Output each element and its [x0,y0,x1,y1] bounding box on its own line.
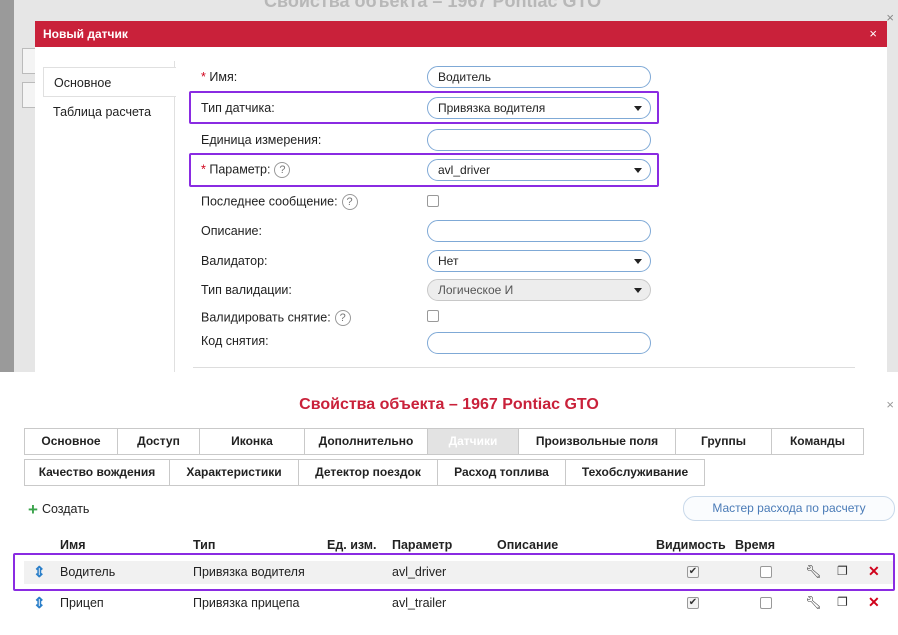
unit-label: Единица измерения: [201,133,322,147]
side-item-calc-table[interactable]: Таблица расчета [43,97,176,127]
tab-icon[interactable]: Иконка [199,428,305,455]
column-header-description[interactable]: Описание [497,538,558,552]
tab-driving-quality[interactable]: Качество вождения [24,459,170,486]
row-name: Прицеп [60,596,104,610]
close-icon[interactable]: × [886,397,894,412]
highlight-parameter [189,153,659,187]
page-title: Свойства объекта – 1967 Pontiac GTO [299,396,599,413]
plus-icon: + [28,500,38,519]
description-input[interactable] [427,220,651,242]
last-message-label: Последнее сообщение:? [201,194,358,210]
caret-down-icon [634,259,642,264]
validator-label: Валидатор: [201,254,268,268]
background-close-icon[interactable]: × [886,10,894,25]
name-label-text: Имя: [209,70,238,84]
unbind-code-input[interactable] [427,332,651,354]
validation-type-select[interactable]: Логическое И [427,279,651,301]
tab-sensors[interactable]: Датчики [427,428,519,455]
caret-down-icon [634,288,642,293]
dialog-header: Новый датчик × [35,21,887,47]
column-header-visibility[interactable]: Видимость [656,538,726,552]
fuel-wizard-button[interactable]: Мастер расхода по расчету [683,496,895,521]
validate-unbind-label: Валидировать снятие:? [201,310,351,326]
description-label: Описание: [201,224,262,238]
highlight-sensor-type [189,91,659,124]
create-button-label: Создать [41,502,90,516]
row-type: Привязка прицепа [193,596,300,610]
validation-type-value: Логическое И [438,283,514,297]
validator-value: Нет [438,254,459,268]
visibility-checkbox[interactable]: ✔ [687,597,699,609]
help-circle-icon[interactable]: ? [334,310,351,326]
time-checkbox[interactable] [760,597,772,609]
help-circle-icon[interactable]: ? [341,194,358,210]
new-sensor-screen: Свойства объекта – 1967 Pontiac GTO × Но… [0,0,898,372]
table-row[interactable]: ⇕ Прицеп Привязка прицепа avl_trailer ✔ … [24,592,894,615]
tab-characteristics[interactable]: Характеристики [169,459,299,486]
divider [193,367,855,368]
new-sensor-dialog: Новый датчик × Основное Таблица расчета … [35,21,887,372]
tab-trip-detector[interactable]: Детектор поездок [298,459,438,486]
wrench-icon[interactable]: 🔧︎ [805,595,822,611]
unbind-code-label: Код снятия: [201,334,269,348]
background-window-title: Свойства объекта – 1967 Pontiac GTO [264,0,602,11]
tab-fuel-consumption[interactable]: Расход топлива [437,459,566,486]
tab-custom-fields[interactable]: Произвольные поля [518,428,676,455]
tab-advanced[interactable]: Дополнительно [304,428,428,455]
name-label: * Имя: [201,70,237,84]
last-message-checkbox[interactable] [427,195,439,207]
validate-unbind-label-text: Валидировать снятие: [201,310,331,325]
name-input[interactable]: Водитель [427,66,651,88]
copy-icon[interactable]: ❐ [837,595,848,609]
tab-basic[interactable]: Основное [24,428,118,455]
tab-groups[interactable]: Группы [675,428,772,455]
last-message-label-text: Последнее сообщение: [201,194,338,209]
tab-commands[interactable]: Команды [771,428,864,455]
tab-maintenance[interactable]: Техобслуживание [565,459,705,486]
unit-input[interactable] [427,129,651,151]
close-icon[interactable]: × [869,26,877,41]
validate-unbind-checkbox[interactable] [427,310,439,322]
column-header-unit[interactable]: Ед. изм. [327,538,377,552]
required-mark: * [201,70,206,84]
side-item-basic[interactable]: Основное [43,67,176,97]
column-header-name[interactable]: Имя [60,538,86,552]
tab-access[interactable]: Доступ [117,428,200,455]
delete-x-icon[interactable]: ✕ [868,594,880,611]
object-properties-window: Свойства объекта – 1967 Pontiac GTO × Ос… [0,378,898,635]
column-header-time[interactable]: Время [735,538,775,552]
validator-select[interactable]: Нет [427,250,651,272]
dialog-title: Новый датчик [43,27,128,41]
highlight-driver-row [13,553,895,591]
row-parameter: avl_trailer [392,596,447,610]
create-button[interactable]: + Создать [28,500,89,520]
column-header-parameter[interactable]: Параметр [392,538,452,552]
column-header-type[interactable]: Тип [193,538,215,552]
up-down-arrow-icon[interactable]: ⇕ [33,594,46,612]
validation-type-label: Тип валидации: [201,283,292,297]
dialog-side-nav: Основное Таблица расчета [43,61,176,372]
